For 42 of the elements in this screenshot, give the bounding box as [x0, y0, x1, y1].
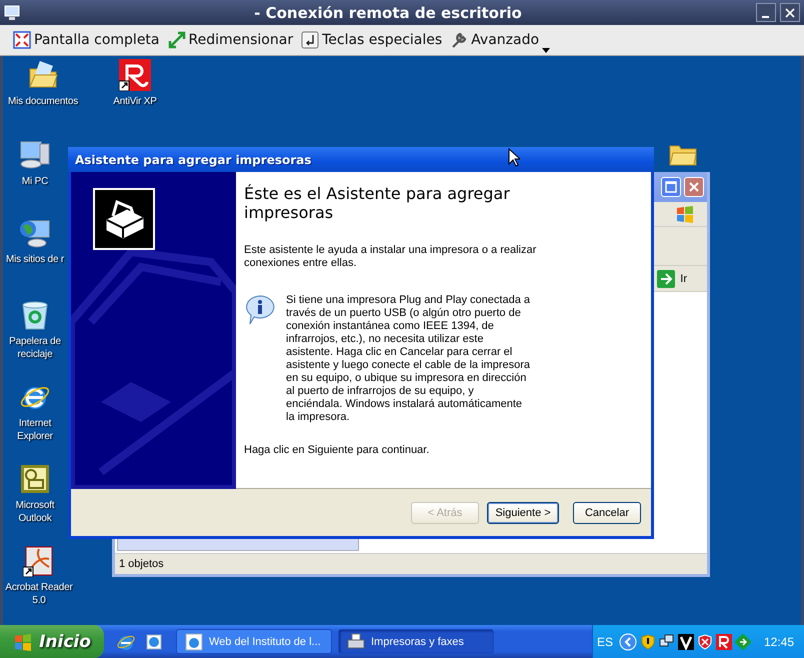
minimize-icon: [762, 16, 768, 18]
dialog-button[interactable]: Cancelar: [573, 502, 641, 524]
close-icon: [688, 181, 700, 193]
keyboard-key-icon: [301, 31, 320, 49]
info-icon: [244, 294, 276, 326]
toolbar-button[interactable]: Avanzado: [447, 26, 554, 54]
taskbar-button[interactable]: Impresoras y faxes: [338, 629, 494, 654]
wizard-heading: Éste es el Asistente para agregar impresoras: [244, 184, 511, 222]
network-icon[interactable]: [658, 634, 675, 650]
maximize-icon: [665, 181, 677, 193]
dialog-title: Asistente para agregar impresoras: [75, 152, 312, 166]
wrench-icon: [450, 31, 468, 49]
toolbar-button[interactable]: Redimensionar: [164, 26, 296, 54]
continue-text: Haga clic en Siguiente para continuar.: [244, 444, 430, 456]
clock: 12:45: [764, 634, 794, 648]
cursor-icon: [508, 148, 520, 167]
dialog-button[interactable]: Siguiente >: [487, 502, 559, 524]
info-text: Si tiene una impresora Plug and Play conectada a través de un puerto USB (o algún otro puerto de conexión instantánea como IEEE 1394, de infrarrojos, etc.), no necesita utilizar este asistente. Haga clic en Cancelar para cerrar el asistente y luego conecte el cable de la impresora en su equipo, o ubique su impresora en dirección al puerto de infrarrojos de su equipo, y enciéndala. Windows instalará automáticamente la impresora.: [286, 294, 531, 424]
close-icon: [785, 8, 795, 18]
arrow-icon: [657, 270, 676, 288]
printer-icon: [93, 188, 155, 250]
start-button[interactable]: Inicio: [0, 625, 104, 658]
resize-icon: [168, 31, 186, 49]
windows-logo-icon: [13, 632, 34, 652]
toolbar-button[interactable]: Teclas especiales: [298, 26, 446, 54]
v-logo-icon[interactable]: [678, 634, 694, 650]
printer-icon: [347, 632, 365, 650]
fullscreen-icon: [13, 31, 31, 49]
intro-text: Este asistente le ayuda a instalar una impresora o a realizar conexiones entre ellas.: [244, 244, 538, 270]
minimize-button[interactable]: [756, 3, 776, 22]
diamond-icon[interactable]: [734, 634, 751, 650]
close-button[interactable]: [780, 3, 800, 22]
monitor-icon: [4, 4, 20, 20]
maximize-button[interactable]: [661, 177, 681, 197]
go-button[interactable]: Ir: [657, 270, 687, 288]
status-bar: 1 objetos: [115, 553, 707, 574]
dropdown-arrow-icon: [542, 48, 550, 53]
taskbar-button[interactable]: Web del Instituto de l...: [176, 629, 332, 654]
toolbar-button[interactable]: Pantalla completa: [10, 26, 163, 54]
windows-logo-icon: [675, 204, 695, 224]
shield-icon[interactable]: [640, 634, 656, 650]
window-title: - Conexión remota de escritorio: [253, 4, 523, 22]
